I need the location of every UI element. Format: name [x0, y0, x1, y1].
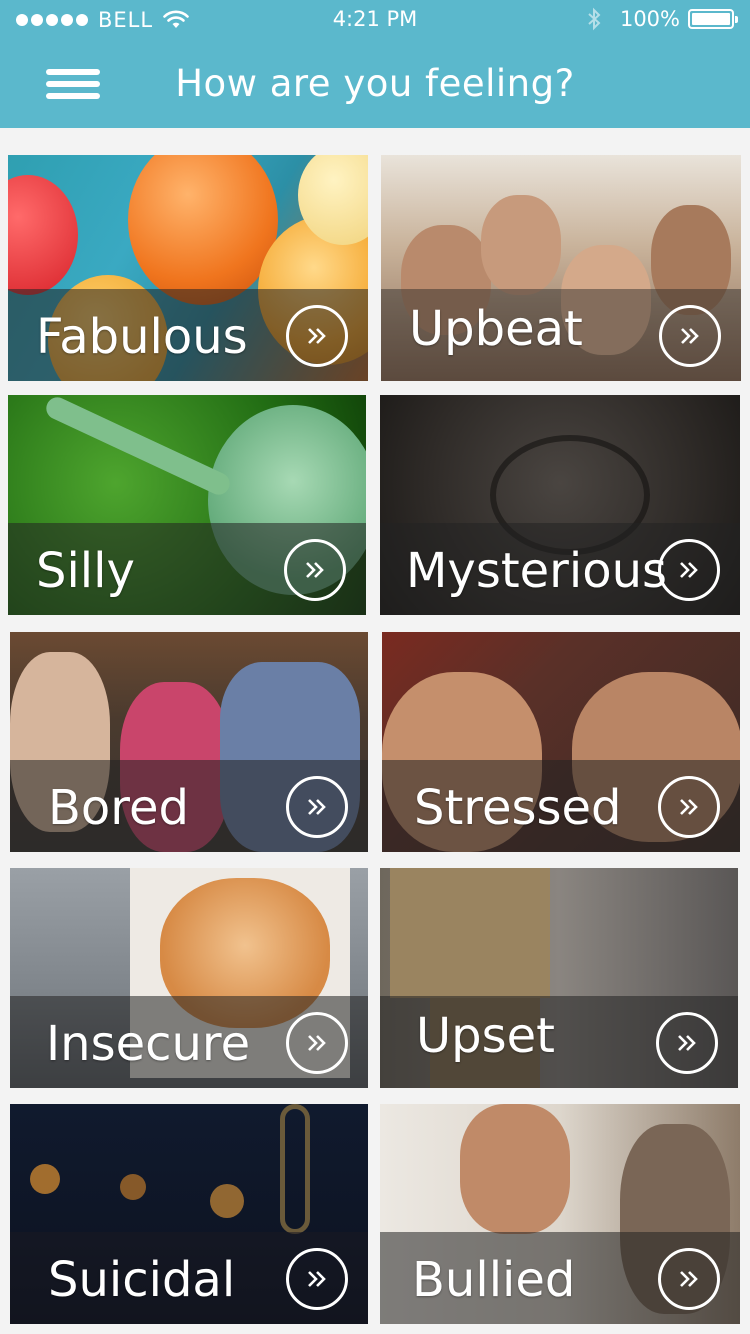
- mood-label: Silly: [36, 543, 135, 599]
- chevron-double-right-icon[interactable]: [656, 1012, 718, 1074]
- chevron-double-right-icon[interactable]: [658, 539, 720, 601]
- mood-label: Upset: [416, 1008, 555, 1064]
- mood-tile-silly[interactable]: Silly: [8, 395, 366, 615]
- mood-label: Stressed: [414, 780, 622, 836]
- mood-label: Bullied: [412, 1252, 576, 1308]
- bluetooth-icon: [588, 7, 601, 31]
- battery-percent: 100%: [619, 7, 680, 31]
- mood-label: Suicidal: [48, 1252, 236, 1308]
- app-header: BELL 4:21 PM 100% How are you feeling?: [0, 0, 750, 128]
- chevron-double-right-icon[interactable]: [658, 776, 720, 838]
- mood-tile-insecure[interactable]: Insecure: [10, 868, 368, 1088]
- page-title: How are you feeling?: [175, 62, 575, 105]
- mood-tile-bullied[interactable]: Bullied: [380, 1104, 740, 1324]
- mood-tile-stressed[interactable]: Stressed: [382, 632, 740, 852]
- chevron-double-right-icon[interactable]: [286, 1248, 348, 1310]
- mood-label: Insecure: [46, 1016, 251, 1072]
- chevron-double-right-icon[interactable]: [659, 305, 721, 367]
- mood-label: Mysterious: [406, 543, 668, 599]
- mood-label: Fabulous: [36, 309, 248, 365]
- chevron-double-right-icon[interactable]: [286, 776, 348, 838]
- mood-label: Bored: [48, 780, 189, 836]
- mood-tile-fabulous[interactable]: Fabulous: [8, 155, 368, 381]
- chevron-double-right-icon[interactable]: [286, 1012, 348, 1074]
- battery-icon: [688, 9, 738, 29]
- chevron-double-right-icon[interactable]: [284, 539, 346, 601]
- status-bar: BELL 4:21 PM 100%: [0, 0, 750, 38]
- mood-label: Upbeat: [409, 301, 583, 357]
- chevron-double-right-icon[interactable]: [658, 1248, 720, 1310]
- nav-bar: How are you feeling?: [0, 38, 750, 128]
- chevron-double-right-icon[interactable]: [286, 305, 348, 367]
- mood-tile-upbeat[interactable]: Upbeat: [381, 155, 741, 381]
- mood-tile-mysterious[interactable]: Mysterious: [380, 395, 740, 615]
- mood-tile-upset[interactable]: Upset: [380, 868, 738, 1088]
- mood-tile-suicidal[interactable]: Suicidal: [10, 1104, 368, 1324]
- mood-tile-bored[interactable]: Bored: [10, 632, 368, 852]
